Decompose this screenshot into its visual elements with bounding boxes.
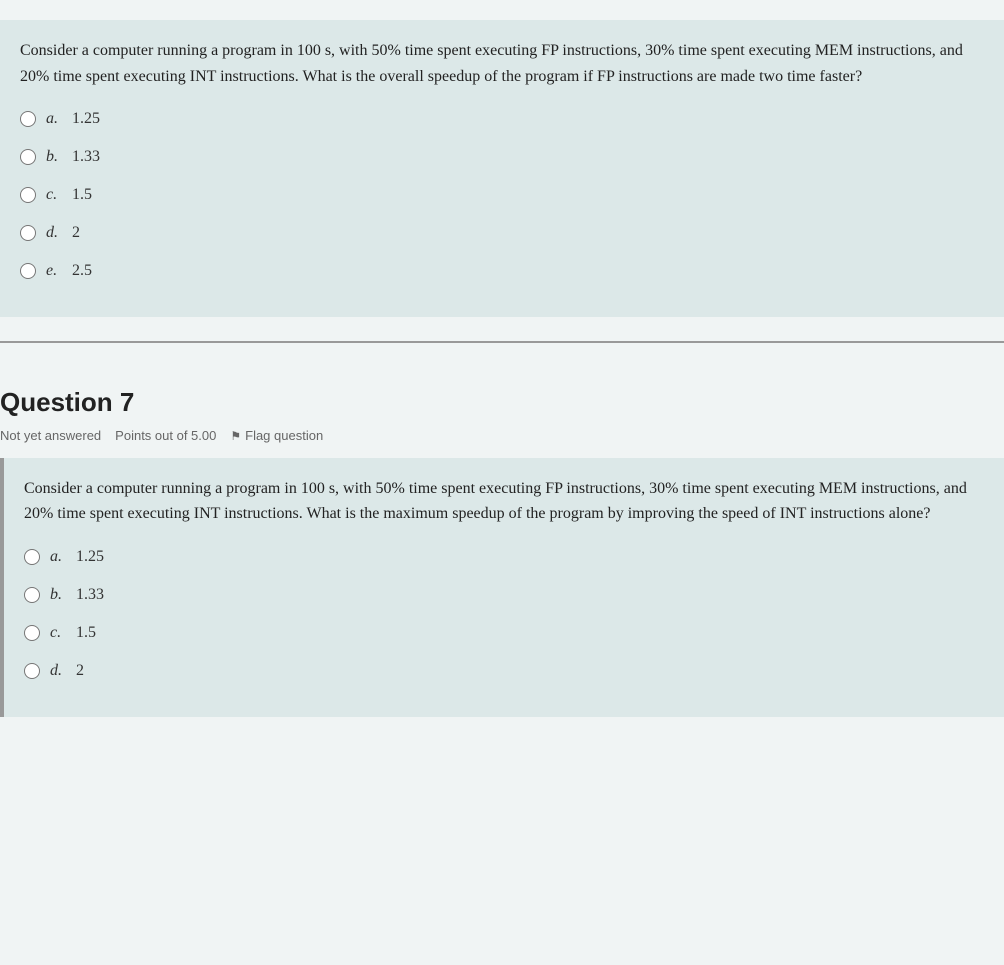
q6-label-a: a. <box>46 107 66 131</box>
question7-header: Question 7 Not yet answered Points out o… <box>0 363 1004 450</box>
q6-option-e[interactable] <box>20 263 36 279</box>
q7-label-b: b. <box>50 583 70 607</box>
flag-question-link[interactable]: ⚑ Flag question <box>230 426 323 446</box>
list-item: c. 1.5 <box>24 621 984 645</box>
q7-option-d[interactable] <box>24 663 40 679</box>
question7-text: Consider a computer running a program in… <box>24 476 984 527</box>
question6-options: a. 1.25 b. 1.33 c. 1.5 d. 2 <box>20 107 984 283</box>
q6-value-d: 2 <box>72 221 80 245</box>
question7-title: Question 7 <box>0 383 1004 422</box>
list-item: a. 1.25 <box>24 545 984 569</box>
flag-icon: ⚑ <box>230 427 241 445</box>
q6-label-b: b. <box>46 145 66 169</box>
q6-option-d[interactable] <box>20 225 36 241</box>
list-item: e. 2.5 <box>20 259 984 283</box>
q7-label-a: a. <box>50 545 70 569</box>
q7-value-d: 2 <box>76 659 84 683</box>
list-item: b. 1.33 <box>24 583 984 607</box>
q6-value-b: 1.33 <box>72 145 100 169</box>
question7-content-box: Consider a computer running a program in… <box>4 458 1004 717</box>
q7-label-c: c. <box>50 621 70 645</box>
q6-label-c: c. <box>46 183 66 207</box>
list-item: a. 1.25 <box>20 107 984 131</box>
q6-label-d: d. <box>46 221 66 245</box>
question7-border-box: Consider a computer running a program in… <box>0 458 1004 717</box>
list-item: c. 1.5 <box>20 183 984 207</box>
q7-value-a: 1.25 <box>76 545 104 569</box>
page-container: Consider a computer running a program in… <box>0 0 1004 717</box>
q6-value-c: 1.5 <box>72 183 92 207</box>
q6-option-b[interactable] <box>20 149 36 165</box>
q7-option-a[interactable] <box>24 549 40 565</box>
q6-value-e: 2.5 <box>72 259 92 283</box>
q7-label-d: d. <box>50 659 70 683</box>
q7-value-b: 1.33 <box>76 583 104 607</box>
question7-options: a. 1.25 b. 1.33 c. 1.5 <box>24 545 984 683</box>
list-item: d. 2 <box>24 659 984 683</box>
question6-text: Consider a computer running a program in… <box>20 38 984 89</box>
list-item: d. 2 <box>20 221 984 245</box>
flag-label: Flag question <box>245 426 323 446</box>
question7-status: Not yet answered <box>0 426 101 446</box>
question7-section: Question 7 Not yet answered Points out o… <box>0 343 1004 717</box>
q6-value-a: 1.25 <box>72 107 100 131</box>
q6-option-a[interactable] <box>20 111 36 127</box>
q7-value-c: 1.5 <box>76 621 96 645</box>
q7-option-b[interactable] <box>24 587 40 603</box>
q7-option-c[interactable] <box>24 625 40 641</box>
list-item: b. 1.33 <box>20 145 984 169</box>
question7-points: Points out of 5.00 <box>115 426 216 446</box>
q6-option-c[interactable] <box>20 187 36 203</box>
question6-content-box: Consider a computer running a program in… <box>0 20 1004 317</box>
q6-label-e: e. <box>46 259 66 283</box>
question6-section: Consider a computer running a program in… <box>0 0 1004 317</box>
question7-meta: Not yet answered Points out of 5.00 ⚑ Fl… <box>0 426 1004 446</box>
